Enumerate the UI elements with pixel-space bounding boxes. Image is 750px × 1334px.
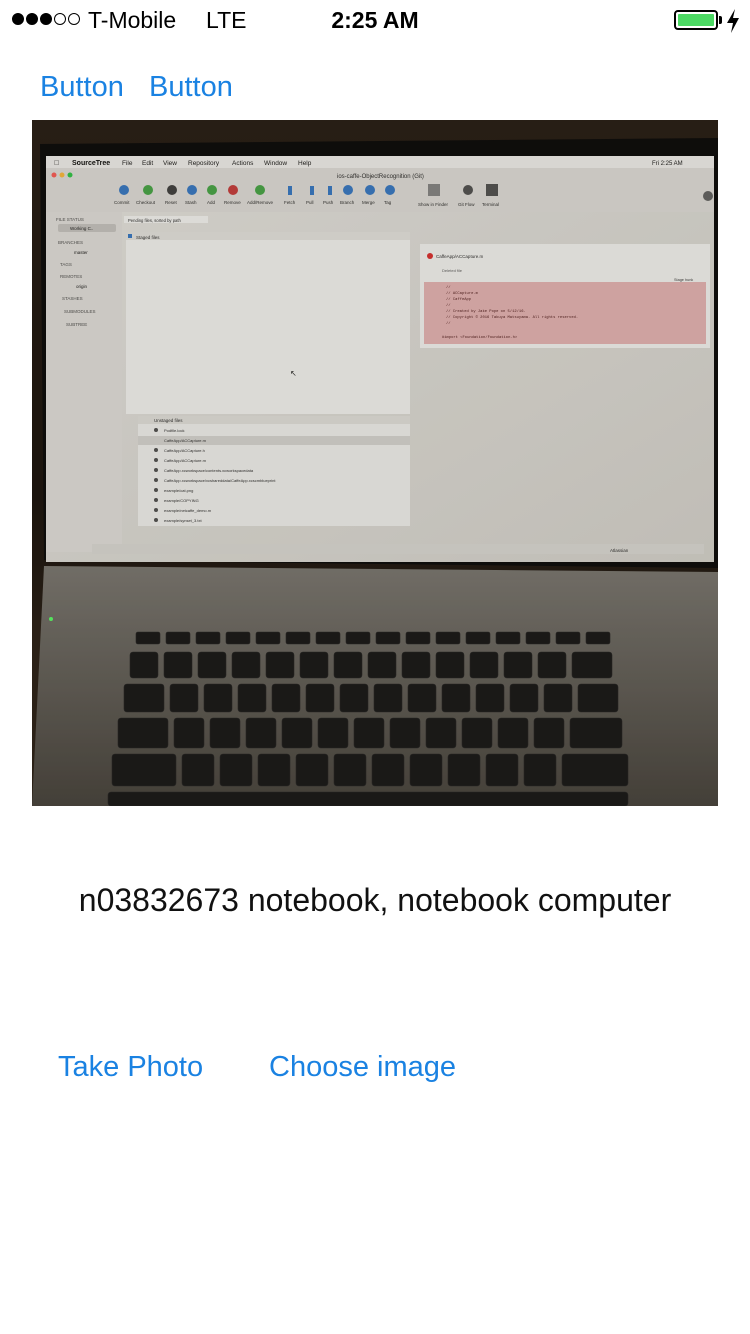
choose-image-button[interactable]: Choose image (269, 1050, 456, 1084)
battery-icon (674, 10, 718, 30)
status-time: 2:25 AM (331, 7, 419, 33)
take-photo-button[interactable]: Take Photo (58, 1050, 203, 1084)
laptop-photo-image:  SourceTree File Edit View Repository A… (32, 120, 718, 806)
status-bar: T-Mobile LTE 2:25 AM (0, 0, 750, 40)
app-screen: T-Mobile LTE 2:25 AM Button Button Sourc… (0, 0, 750, 1334)
battery-level-fill (678, 14, 714, 26)
battery-cap (719, 16, 722, 24)
charging-bolt-icon (727, 9, 739, 33)
top-button-1[interactable]: Button (40, 70, 124, 104)
top-button-2[interactable]: Button (149, 70, 233, 104)
classification-result: n03832673 notebook, notebook computer (78, 882, 672, 918)
captured-photo:  SourceTree File Edit View Repository A… (32, 120, 718, 806)
